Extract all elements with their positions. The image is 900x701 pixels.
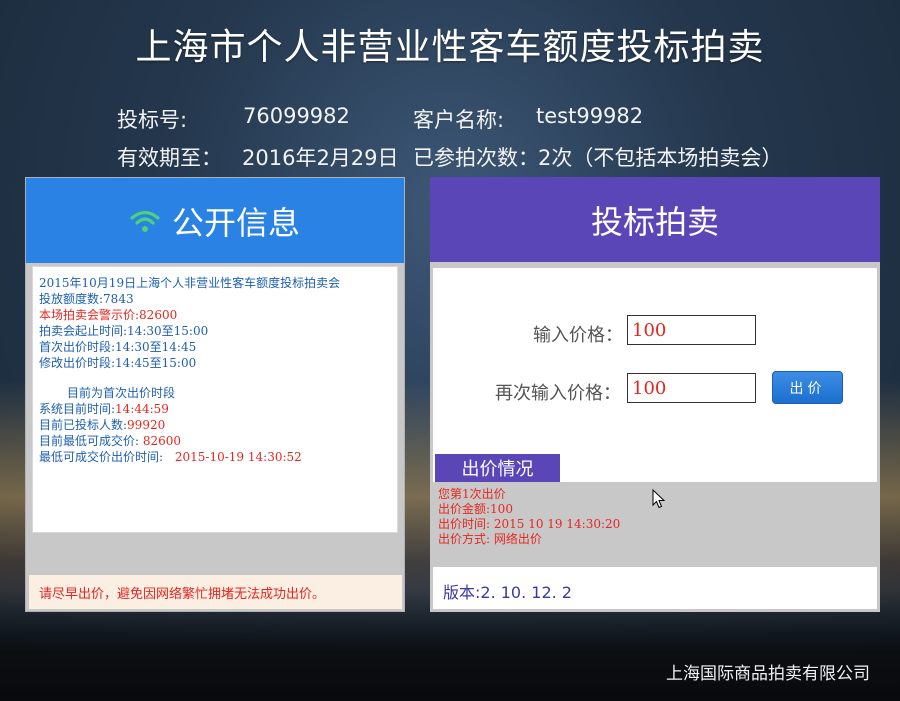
- confirm-price-label: 再次输入价格：: [495, 383, 621, 404]
- bid-early-notice: 请尽早出价，避免因网络繁忙拥堵无法成功出价。: [29, 575, 402, 609]
- bid-form: 输入价格： 再次输入价格： 出价: [433, 268, 877, 482]
- bid-time: 出价时间: 2015 10 19 14:30:20: [438, 517, 621, 531]
- lowest-time-label: 最低可成交价出价时间:: [39, 450, 164, 464]
- auction-count-value: 2次（不包括本场拍卖会）: [538, 146, 783, 170]
- auction-name: 2015年10月19日上海个人非营业性客车额度投标拍卖会: [39, 276, 341, 290]
- auction-count-label: 已参拍次数：: [413, 146, 539, 170]
- quota-count: 投放额度数:7843: [39, 292, 134, 306]
- bid-method: 出价方式: 网络出价: [438, 532, 542, 546]
- bidding-panel: 投标拍卖 输入价格： 再次输入价格： 出价 出价情况 您第1次出价 出价金额:1…: [430, 177, 880, 612]
- client-name-label: 客户名称:: [413, 108, 505, 132]
- lowest-time-line: 最低可成交价出价时间: 2015-10-19 14:30:52: [39, 449, 391, 465]
- system-time-value: 14:44:59: [115, 402, 169, 416]
- bidder-count-value: 99920: [127, 418, 166, 432]
- client-name-value: test99982: [536, 104, 644, 128]
- system-time-line: 系统目前时间:14:44:59: [39, 401, 391, 417]
- bidder-info-row-1: 投标号: 76099982 客户名称: test99982: [0, 104, 900, 132]
- bidder-count-line: 目前已投标人数:99920: [39, 417, 391, 433]
- lowest-price-label: 目前最低可成交价:: [39, 434, 140, 448]
- public-info-body: 2015年10月19日上海个人非营业性客车额度投标拍卖会 投放额度数:7843 …: [32, 266, 398, 533]
- valid-until-label: 有效期至：: [117, 146, 222, 170]
- mouse-cursor-icon: [652, 489, 666, 509]
- lowest-price-line: 目前最低可成交价: 82600: [39, 433, 391, 449]
- bid-status-tab[interactable]: 出价情况: [435, 454, 560, 482]
- lowest-time-value: 2015-10-19 14:30:52: [174, 450, 302, 464]
- public-info-title: 公开信息: [171, 203, 300, 242]
- company-name: 上海国际商品拍卖有限公司: [666, 664, 870, 684]
- current-phase: 目前为首次出价时段: [67, 386, 176, 400]
- bid-no-label: 投标号:: [117, 108, 188, 132]
- warning-price: 本场拍卖会警示价:82600: [39, 308, 178, 322]
- page-title: 上海市个人非营业性客车额度投标拍卖: [135, 27, 765, 68]
- valid-until-value: 2016年2月29日: [242, 146, 399, 170]
- price-input[interactable]: [627, 315, 756, 345]
- wifi-icon: [130, 210, 160, 232]
- auction-time-range: 拍卖会起止时间:14:30至15:00: [39, 324, 209, 338]
- bidder-info-row-2: 有效期至： 2016年2月29日 已参拍次数： 2次（不包括本场拍卖会）: [0, 142, 900, 170]
- bidding-header: 投标拍卖: [430, 177, 880, 262]
- lowest-price-value: 82600: [142, 434, 182, 448]
- modify-bid-period: 修改出价时段:14:45至15:00: [39, 356, 197, 370]
- bidder-count-label: 目前已投标人数:: [39, 418, 128, 432]
- first-bid-period: 首次出价时段:14:30至14:45: [39, 340, 197, 354]
- public-info-header: 公开信息: [26, 178, 404, 263]
- confirm-price-input[interactable]: [627, 373, 756, 403]
- public-info-panel: 公开信息 2015年10月19日上海个人非营业性客车额度投标拍卖会 投放额度数:…: [25, 177, 405, 612]
- version-label: 版本:2. 10. 12. 2: [433, 567, 877, 609]
- price-input-label: 输入价格：: [533, 325, 623, 346]
- bid-no-value: 76099982: [243, 104, 350, 128]
- system-time-label: 系统目前时间:: [39, 402, 116, 416]
- submit-bid-button[interactable]: 出价: [772, 371, 843, 404]
